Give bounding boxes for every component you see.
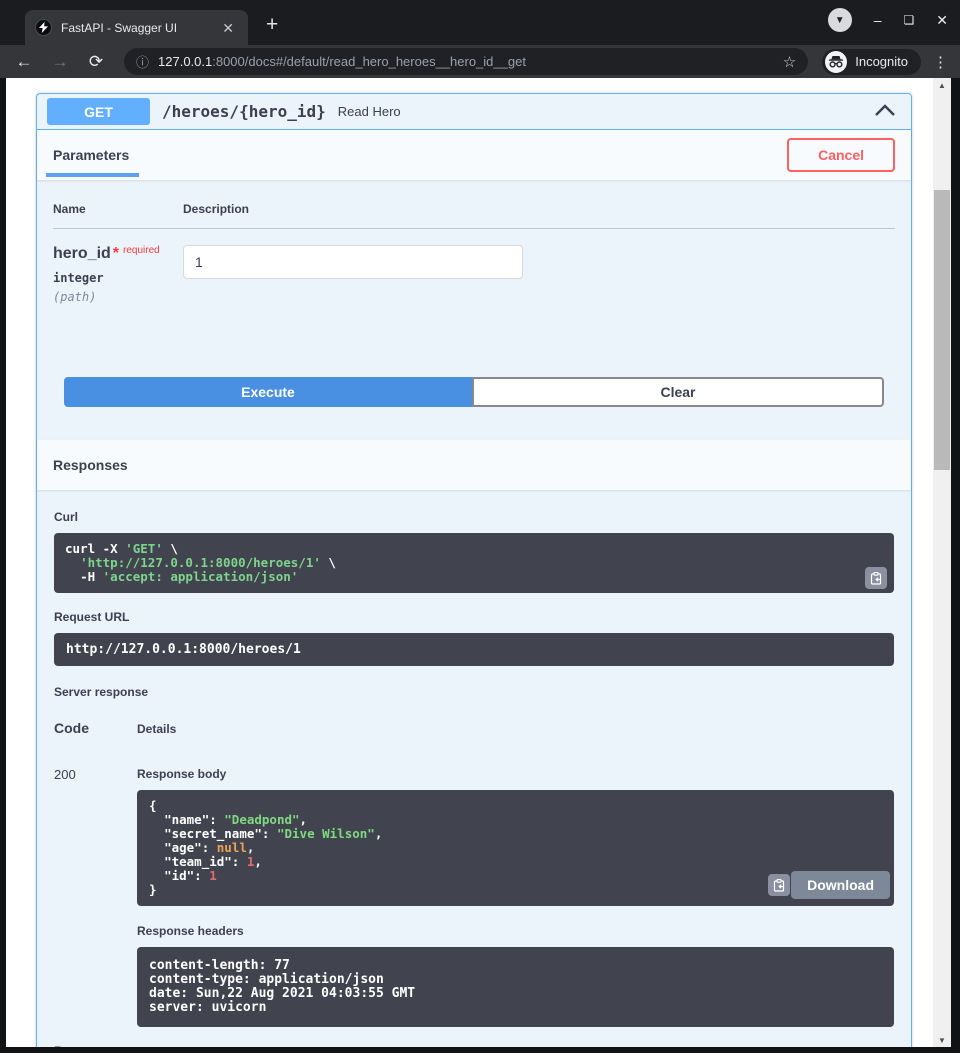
request-url-label: Request URL: [54, 610, 894, 624]
parameter-location: (path): [53, 290, 183, 304]
response-body-label: Response body: [137, 767, 894, 781]
curl-line: -H 'accept: application/json': [65, 570, 883, 584]
status-code: 200: [54, 767, 137, 1027]
curl-line: curl -X 'GET' \: [65, 542, 883, 556]
opblock-get-heroes: GET /heroes/{hero_id} Read Hero Paramete…: [36, 93, 912, 1047]
curl-line: 'http://127.0.0.1:8000/heroes/1' \: [65, 556, 883, 570]
responses-title: Responses: [53, 457, 128, 473]
server-response-label: Server response: [54, 685, 894, 699]
curl-command[interactable]: curl -X 'GET' \ 'http://127.0.0.1:8000/h…: [54, 533, 894, 593]
browser-titlebar: FastAPI - Swagger UI ✕ + ▼ – ❏ ✕: [0, 0, 960, 45]
column-header-code: Code: [54, 720, 137, 736]
browser-toolbar: ← → ⟳ ⓘ 127.0.0.1:8000/docs#/default/rea…: [0, 45, 960, 78]
header-line: content-length: 77: [149, 959, 882, 973]
column-header-description: Description: [183, 202, 249, 216]
tab-close-icon[interactable]: ✕: [218, 19, 238, 37]
header-line: server: uvicorn: [149, 1001, 882, 1015]
live-response-row: 200 Response body { "name": "Deadpond", …: [54, 767, 894, 1027]
header-line: content-type: application/json: [149, 973, 882, 987]
url-host: 127.0.0.1: [158, 54, 212, 69]
minimize-button[interactable]: –: [874, 13, 882, 27]
endpoint-summary: Read Hero: [338, 104, 401, 119]
address-bar[interactable]: ⓘ 127.0.0.1:8000/docs#/default/read_hero…: [124, 48, 808, 75]
page-scrollbar[interactable]: ▲ ▼: [933, 78, 951, 1047]
parameter-name: hero_id*required: [53, 245, 183, 263]
incognito-badge: Incognito: [822, 49, 921, 75]
method-badge: GET: [47, 98, 150, 125]
scroll-down-icon[interactable]: ▼: [933, 1033, 951, 1047]
header-line: date: Sun,22 Aug 2021 04:03:55 GMT: [149, 987, 882, 1001]
bookmark-star-icon[interactable]: ☆: [783, 53, 796, 71]
opblock-header[interactable]: GET /heroes/{hero_id} Read Hero: [37, 94, 911, 130]
browser-menu-icon[interactable]: ⋮: [933, 53, 948, 71]
parameter-row-hero-id: hero_id*required integer (path): [53, 229, 895, 353]
parameters-section-header: Parameters Cancel: [37, 130, 911, 180]
download-button[interactable]: Download: [791, 871, 890, 899]
column-header-name: Name: [53, 202, 183, 216]
parameter-type: integer: [53, 271, 183, 285]
window-close-button[interactable]: ✕: [936, 13, 948, 27]
hero-id-input[interactable]: [183, 245, 523, 279]
back-button[interactable]: ←: [12, 52, 36, 72]
scroll-up-icon[interactable]: ▲: [933, 78, 951, 92]
fastapi-favicon-icon: [35, 19, 52, 36]
required-asterisk: *: [113, 245, 119, 262]
response-body-code: { "name": "Deadpond", "secret_name": "Di…: [137, 790, 894, 906]
copy-response-icon[interactable]: [768, 874, 790, 896]
maximize-button[interactable]: ❏: [904, 14, 915, 26]
cancel-button[interactable]: Cancel: [787, 138, 895, 172]
url-text[interactable]: 127.0.0.1:8000/docs#/default/read_hero_h…: [158, 54, 775, 69]
response-headers-code: content-length: 77 content-type: applica…: [137, 947, 894, 1027]
parameters-table: Name Description hero_id*required intege…: [37, 180, 911, 353]
incognito-label: Incognito: [855, 54, 908, 69]
responses-section-header: Responses: [37, 440, 911, 490]
response-headers-label: Response headers: [137, 924, 894, 938]
reload-button[interactable]: ⟳: [84, 52, 108, 72]
browser-window: FastAPI - Swagger UI ✕ + ▼ – ❏ ✕ ← → ⟳ ⓘ…: [0, 0, 960, 1053]
tab-search-button[interactable]: ▼: [828, 8, 852, 32]
clear-button[interactable]: Clear: [472, 377, 884, 407]
required-label: required: [123, 245, 160, 256]
copy-curl-icon[interactable]: [865, 567, 887, 589]
column-header-details: Details: [137, 722, 176, 736]
tab-parameters[interactable]: Parameters: [53, 147, 129, 163]
active-tab-underline: [46, 173, 139, 177]
request-url-value: http://127.0.0.1:8000/heroes/1: [54, 633, 894, 666]
curl-label: Curl: [54, 510, 894, 524]
scrollbar-thumb[interactable]: [934, 190, 950, 470]
page-content: GET /heroes/{hero_id} Read Hero Paramete…: [6, 78, 933, 1047]
url-path: :8000/docs#/default/read_hero_heroes__he…: [212, 54, 526, 69]
endpoint-path: /heroes/{hero_id}: [162, 102, 326, 121]
execute-wrapper: Execute Clear: [37, 353, 911, 440]
new-tab-button[interactable]: +: [266, 13, 278, 37]
collapse-chevron-icon[interactable]: [875, 104, 895, 119]
documented-responses-label: Responses: [54, 1044, 894, 1047]
incognito-icon: [825, 51, 847, 73]
forward-button[interactable]: →: [48, 52, 72, 72]
responses-content: Curl curl -X 'GET' \ 'http://127.0.0.1:8…: [37, 490, 911, 1047]
browser-tab[interactable]: FastAPI - Swagger UI ✕: [25, 10, 248, 45]
tab-title: FastAPI - Swagger UI: [61, 21, 218, 35]
execute-button[interactable]: Execute: [64, 377, 472, 407]
site-info-icon[interactable]: ⓘ: [136, 52, 149, 71]
